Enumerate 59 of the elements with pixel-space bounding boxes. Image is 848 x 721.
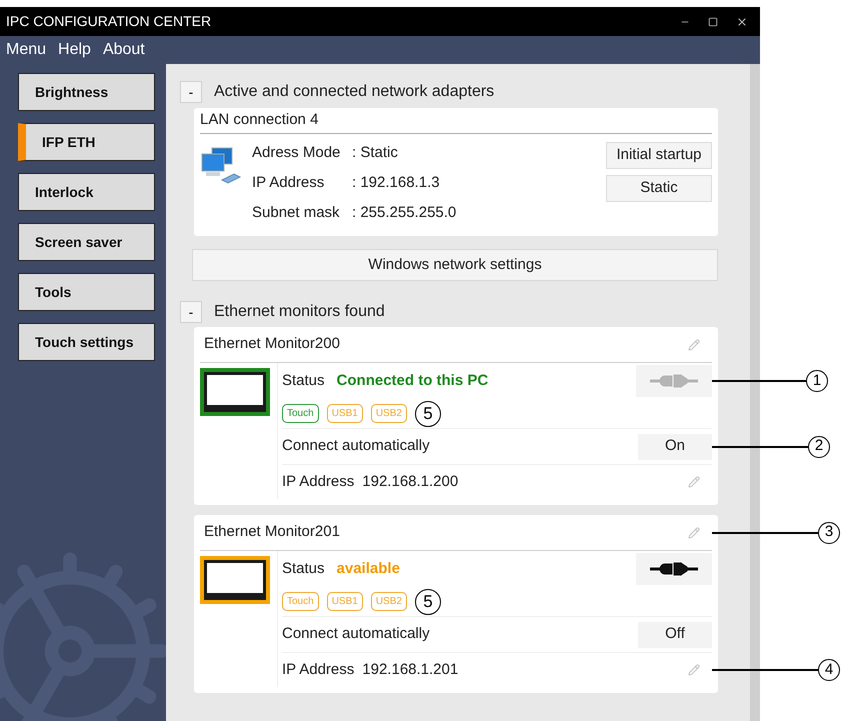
connection-name: LAN connection 4	[200, 110, 318, 130]
collapse-button[interactable]: -	[180, 301, 202, 323]
field-value: : 192.168.1.3	[351, 172, 440, 193]
feature-tag: USB2	[370, 592, 407, 611]
edit-icon[interactable]	[688, 664, 700, 676]
setting-label: Connect automatically	[282, 624, 430, 644]
setting-label: Connect automatically	[282, 436, 430, 456]
close-icon[interactable]	[736, 16, 748, 28]
adapter-button[interactable]: Initial startup	[606, 142, 712, 169]
feature-tag: USB1	[326, 592, 363, 611]
ip-label: IP Address	[282, 660, 354, 680]
connect-button[interactable]	[636, 553, 712, 585]
field-label: Subnet mask	[252, 202, 341, 223]
edit-icon[interactable]	[688, 338, 700, 350]
toggle-button[interactable]: On	[638, 434, 712, 460]
feature-tag: Touch	[282, 592, 319, 611]
sidebar-item[interactable]: Screen saver	[18, 223, 155, 261]
ip-value: 192.168.1.200	[362, 472, 458, 492]
menu-item[interactable]: About	[102, 38, 145, 62]
status-label: Status	[282, 370, 325, 391]
maximize-icon[interactable]	[708, 16, 718, 26]
window-title: IPC CONFIGURATION CENTER	[6, 12, 212, 31]
adapter-button[interactable]: Static	[606, 175, 712, 202]
callout-number: 4	[818, 659, 840, 681]
menu-item[interactable]: Help	[58, 38, 91, 62]
section-title: Active and connected network adapters	[214, 82, 494, 102]
monitor-name: Ethernet Monitor201	[204, 522, 340, 542]
callout-number: 5	[414, 588, 441, 614]
collapse-button[interactable]: -	[180, 81, 202, 103]
menu-item[interactable]: Menu	[6, 38, 46, 62]
field-value: : Static	[351, 142, 398, 163]
status-text: Connected to this PC	[336, 370, 488, 391]
sidebar-item[interactable]: Brightness	[18, 73, 155, 111]
network-settings-button[interactable]: Windows network settings	[192, 249, 718, 281]
field-label: Adress Mode	[252, 142, 342, 163]
ip-label: IP Address	[282, 472, 354, 492]
edit-icon[interactable]	[688, 526, 700, 538]
feature-tag: USB2	[370, 404, 407, 423]
sidebar-item[interactable]: IFP ETH	[18, 123, 155, 161]
feature-tag: USB1	[326, 404, 363, 423]
sidebar-item[interactable]: Touch settings	[18, 323, 155, 361]
callout-number: 3	[818, 522, 840, 544]
monitor-name: Ethernet Monitor200	[204, 334, 340, 354]
plug-icon	[649, 561, 699, 577]
feature-tag: Touch	[282, 404, 319, 423]
ip-value: 192.168.1.201	[362, 660, 458, 680]
field-label: IP Address	[252, 172, 326, 193]
sidebar-item[interactable]: Interlock	[18, 173, 155, 211]
field-value: : 255.255.255.0	[351, 202, 456, 223]
callout-number: 5	[414, 400, 441, 426]
section-title: Ethernet monitors found	[214, 302, 385, 322]
status-text: available	[336, 558, 400, 579]
status-label: Status	[282, 558, 325, 579]
plug-icon	[649, 373, 699, 389]
sidebar-item[interactable]: Tools	[18, 273, 155, 311]
toggle-button[interactable]: Off	[638, 622, 712, 648]
edit-icon[interactable]	[688, 476, 700, 488]
callout-number: 1	[806, 370, 828, 392]
callout-number: 2	[808, 436, 830, 458]
